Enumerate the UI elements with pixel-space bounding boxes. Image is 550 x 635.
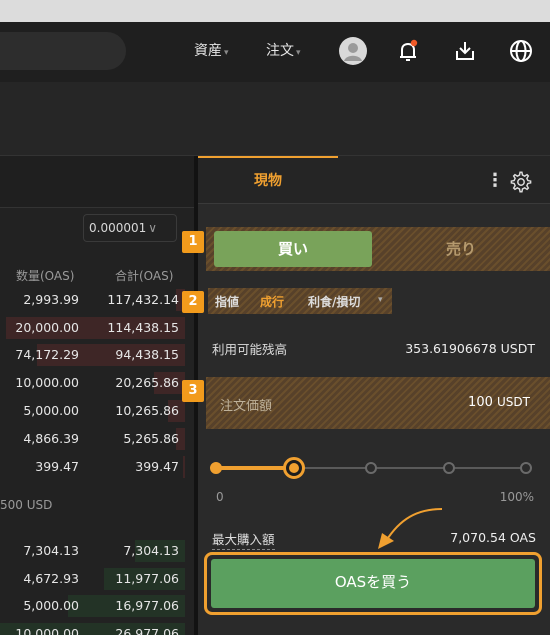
bid-row[interactable]: 5,000.00 16,977.06 bbox=[0, 594, 185, 618]
step-badge-1: 1 bbox=[182, 231, 204, 253]
chevron-down-icon: ∨ bbox=[148, 221, 158, 235]
ask-row[interactable]: 2,993.99 117,432.14 bbox=[0, 288, 185, 312]
order-type-limit[interactable]: 指値 bbox=[215, 293, 239, 310]
orders-menu[interactable]: 注文 ▾ bbox=[266, 40, 301, 60]
orders-menu-label: 注文 bbox=[266, 43, 294, 59]
bid-qty: 7,304.13 bbox=[23, 543, 79, 558]
precision-select[interactable]: 0.000001 ∨ bbox=[83, 214, 177, 242]
ask-total: 114,438.15 bbox=[107, 320, 179, 335]
column-header-qty: 数量(OAS) bbox=[16, 269, 75, 283]
order-book-panel: 0.000001 ∨ 数量(OAS) 合計(OAS) 2,993.99 117,43… bbox=[0, 156, 194, 635]
ask-total: 117,432.14 bbox=[107, 292, 179, 307]
browser-strip bbox=[0, 0, 550, 22]
slider-handle[interactable] bbox=[282, 457, 305, 479]
ask-qty: 20,000.00 bbox=[15, 320, 79, 335]
bid-row[interactable]: 7,304.13 7,304.13 bbox=[0, 539, 185, 563]
ask-qty: 10,000.00 bbox=[15, 375, 79, 390]
bid-row[interactable]: 4,672.93 11,977.06 bbox=[0, 567, 185, 591]
more-icon[interactable]: ⋮ bbox=[486, 170, 504, 191]
bid-qty: 10,000.00 bbox=[15, 626, 79, 635]
order-type-market[interactable]: 成行 bbox=[260, 293, 284, 310]
ask-total: 94,438.15 bbox=[115, 347, 179, 362]
max-buy-label: 最大購入額 bbox=[212, 529, 275, 550]
assets-menu-label: 資産 bbox=[194, 43, 222, 59]
bid-qty: 5,000.00 bbox=[23, 598, 79, 613]
ask-total: 399.47 bbox=[135, 459, 179, 474]
step-badge-2: 2 bbox=[182, 291, 204, 313]
column-header-total: 合計(OAS) bbox=[115, 269, 174, 283]
bid-total: 16,977.06 bbox=[115, 598, 179, 613]
avatar[interactable] bbox=[338, 36, 368, 66]
download-icon[interactable] bbox=[450, 36, 480, 66]
assets-menu[interactable]: 資産 ▾ bbox=[194, 40, 229, 60]
slider-stop-100[interactable] bbox=[520, 462, 532, 474]
order-amount-unit: USDT bbox=[497, 395, 530, 409]
slider-max-label: 100% bbox=[499, 490, 534, 504]
order-book-header bbox=[0, 156, 194, 208]
ask-qty: 74,172.29 bbox=[15, 347, 79, 362]
order-amount-input[interactable]: 注文価額 100 USDT bbox=[206, 377, 550, 429]
buy-tab[interactable]: 買い bbox=[214, 231, 372, 267]
precision-value: 0.000001 bbox=[89, 221, 147, 235]
ask-total: 5,265.86 bbox=[123, 431, 179, 446]
bid-total: 26,977.06 bbox=[115, 626, 179, 635]
trade-panel: 現物 ⋮ 買い 売り 指値 成行 利食/損切 ▾ 利用可能残高 353.6190… bbox=[198, 156, 550, 635]
ask-row[interactable]: 5,000.00 10,265.86 bbox=[0, 399, 185, 423]
bid-total: 7,304.13 bbox=[123, 543, 179, 558]
ask-qty: 399.47 bbox=[35, 459, 79, 474]
ask-row[interactable]: 4,866.39 5,265.86 bbox=[0, 427, 185, 451]
available-balance-value: 353.61906678 USDT bbox=[405, 341, 535, 356]
slider-stop-0[interactable] bbox=[210, 462, 222, 474]
globe-icon[interactable] bbox=[506, 36, 536, 66]
amount-slider[interactable] bbox=[210, 457, 532, 479]
ask-row[interactable]: 399.47 399.47 bbox=[0, 455, 185, 479]
search-input[interactable] bbox=[0, 32, 126, 70]
ask-qty: 2,993.99 bbox=[23, 292, 79, 307]
order-amount-value: 100 USDT bbox=[468, 395, 530, 410]
mid-price: 500 USD bbox=[0, 498, 53, 512]
order-amount-number: 100 bbox=[468, 395, 493, 410]
buy-sell-toggle: 買い 売り bbox=[206, 227, 550, 271]
available-balance-label: 利用可能残高 bbox=[212, 342, 288, 357]
order-type-selector: 指値 成行 利食/損切 ▾ bbox=[208, 288, 392, 314]
tab-spot[interactable]: 現物 bbox=[198, 156, 338, 204]
bid-total: 11,977.06 bbox=[115, 571, 179, 586]
buy-oas-button[interactable]: OASを買う bbox=[211, 559, 535, 608]
exchange-screen: 資産 ▾ 注文 ▾ 0.000001 ∨ 数量(OAS) 合計(OAS) 2,9… bbox=[0, 0, 550, 635]
sell-tab[interactable]: 売り bbox=[376, 231, 546, 267]
market-info-band bbox=[0, 82, 550, 156]
ask-qty: 5,000.00 bbox=[23, 403, 79, 418]
annotation-arrow-icon bbox=[378, 508, 443, 549]
slider-fill bbox=[216, 466, 294, 470]
gear-icon[interactable] bbox=[510, 171, 532, 193]
step-badge-3: 3 bbox=[182, 380, 204, 402]
slider-min-label: 0 bbox=[216, 490, 224, 504]
bid-qty: 4,672.93 bbox=[23, 571, 79, 586]
slider-stop-75[interactable] bbox=[442, 462, 455, 474]
bid-row[interactable]: 10,000.00 26,977.06 bbox=[0, 622, 185, 635]
trade-tab-bar: 現物 ⋮ bbox=[198, 156, 550, 204]
ask-row[interactable]: 20,000.00 114,438.15 bbox=[0, 316, 185, 340]
submit-highlight: OASを買う bbox=[204, 552, 542, 615]
ask-qty: 4,866.39 bbox=[23, 431, 79, 446]
max-buy-value: 7,070.54 OAS bbox=[450, 530, 536, 545]
chevron-down-icon[interactable]: ▾ bbox=[378, 295, 383, 305]
ask-total: 20,265.86 bbox=[115, 375, 179, 390]
top-navbar: 資産 ▾ 注文 ▾ bbox=[0, 22, 550, 82]
slider-stop-50[interactable] bbox=[365, 462, 377, 474]
bell-icon[interactable] bbox=[393, 36, 423, 66]
chevron-down-icon: ▾ bbox=[224, 48, 229, 58]
ask-row[interactable]: 74,172.29 94,438.15 bbox=[0, 343, 185, 367]
ask-total: 10,265.86 bbox=[115, 403, 179, 418]
chevron-down-icon: ▾ bbox=[296, 48, 301, 58]
ask-row[interactable]: 10,000.00 20,265.86 bbox=[0, 371, 185, 395]
order-amount-label: 注文価額 bbox=[220, 399, 273, 414]
order-type-tpsl[interactable]: 利食/損切 bbox=[308, 293, 360, 310]
depth-bar bbox=[183, 456, 185, 478]
